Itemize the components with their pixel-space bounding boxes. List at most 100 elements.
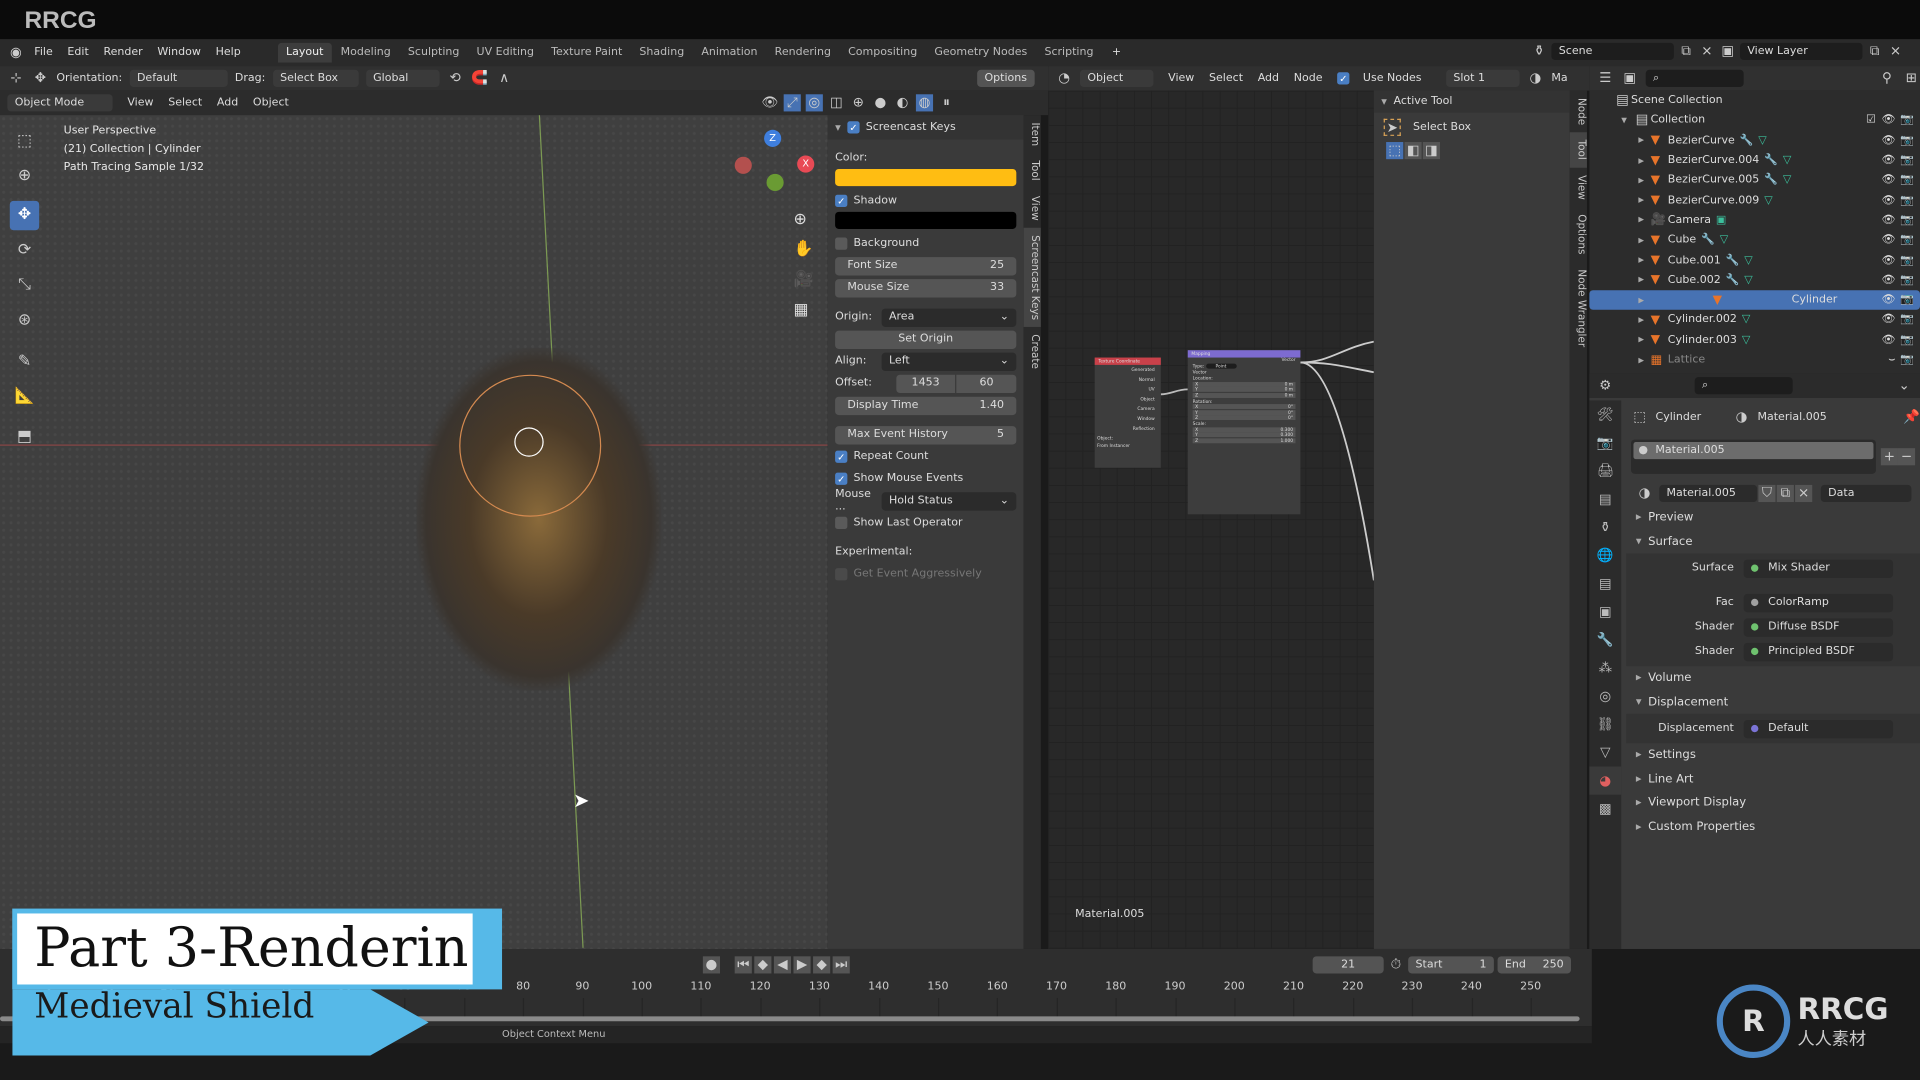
constraints-tab-icon[interactable]: ⛓ [1589, 710, 1621, 738]
world-tab-icon[interactable]: 🌐 [1589, 541, 1621, 569]
mesh-data-icon[interactable]: ▽ [1783, 154, 1791, 166]
rendered-shading-icon[interactable]: ◍ [915, 94, 934, 112]
socket-output[interactable]: UV [1095, 384, 1154, 394]
render-camera-icon[interactable]: 📷 [1900, 214, 1914, 226]
object-name[interactable]: Cylinder.002 [1668, 314, 1737, 326]
tab-scripting[interactable]: Scripting [1036, 43, 1102, 63]
render-tab-icon[interactable]: 📷 [1589, 429, 1621, 457]
mesh-data-icon[interactable]: ▽ [1742, 334, 1750, 346]
expand-icon[interactable]: ▶ [1638, 236, 1650, 245]
settings-panel-header[interactable]: ▶ Settings [1626, 743, 1920, 767]
outliner-item[interactable]: ▶ ▼ Cube.002 🔧 ▽ 👁 📷 [1589, 270, 1920, 290]
transform-orientation-dropdown[interactable]: Global [365, 69, 440, 87]
show-last-operator-checkbox[interactable] [835, 516, 848, 529]
tab-texture-paint[interactable]: Texture Paint [543, 43, 631, 63]
screencast-enable-checkbox[interactable]: ✓ [847, 121, 860, 134]
sidebar-tab-create[interactable]: Create [1024, 328, 1041, 377]
pivot-icon[interactable]: ⟲ [447, 70, 464, 87]
scale-z-field[interactable]: Z 1.000 [1192, 437, 1296, 443]
eye-icon[interactable]: 👁 [1882, 114, 1896, 126]
new-collection-icon[interactable]: ⊞ [1903, 70, 1920, 87]
modifier-wrench-icon[interactable]: 🔧 [1740, 134, 1754, 146]
drag-dropdown[interactable]: Select Box [272, 69, 359, 87]
sidebar-tab-view[interactable]: View [1570, 167, 1587, 206]
sidebar-tab-node[interactable]: Node [1570, 91, 1587, 133]
perspective-grid-icon[interactable]: ▦ [793, 301, 808, 319]
sidebar-tab-view[interactable]: View [1024, 188, 1041, 227]
object-name[interactable]: BezierCurve.004 [1668, 154, 1760, 166]
add-workspace-button[interactable]: + [1104, 44, 1128, 61]
play-reverse-icon[interactable]: ◀ [773, 956, 792, 974]
end-frame-field[interactable]: End 250 [1497, 956, 1572, 974]
surface-panel-header[interactable]: ▼ Surface [1626, 530, 1920, 554]
scale-tool-icon[interactable]: ⤡ [10, 271, 39, 300]
use-nodes-checkbox[interactable]: ✓ [1337, 72, 1350, 85]
options-chevron-icon[interactable]: ⌄ [1896, 377, 1913, 394]
viewport-display-panel-header[interactable]: ▶ Viewport Display [1626, 791, 1920, 815]
object-mode-dropdown[interactable]: Object Mode [7, 94, 113, 112]
unlink-material-icon[interactable]: × [1795, 484, 1813, 503]
render-camera-icon[interactable]: 📷 [1900, 334, 1914, 346]
rotation-z-field[interactable]: Z 0° [1192, 415, 1296, 421]
outliner-item[interactable]: ▶ 🎥 Camera ▣ 👁 📷 [1589, 210, 1920, 230]
render-camera-icon[interactable]: 📷 [1900, 354, 1914, 366]
expand-icon[interactable]: ▶ [1638, 356, 1650, 365]
tab-animation[interactable]: Animation [693, 43, 766, 63]
eye-icon[interactable]: 👁 [1882, 314, 1896, 326]
snap-icon[interactable]: 🧲 [471, 70, 488, 87]
shader-type-dropdown[interactable]: Object [1080, 69, 1154, 87]
expand-icon[interactable]: ▼ [1621, 116, 1633, 125]
mouse-size-slider[interactable]: Mouse Size 33 [835, 278, 1017, 297]
outliner-item[interactable]: ▶ ▼ Cylinder ▽ 👁 📷 [1589, 290, 1920, 311]
object-name[interactable]: BezierCurve [1668, 134, 1735, 146]
pin-icon[interactable]: 📌 [1903, 409, 1920, 426]
camera-view-icon[interactable]: 🎥 [793, 271, 813, 289]
object-tab-icon[interactable]: ▣ [1589, 598, 1621, 626]
properties-search-input[interactable]: ⌕ [1694, 377, 1793, 395]
menu-file[interactable]: File [27, 44, 60, 61]
mesh-data-icon[interactable]: ▽ [1758, 134, 1766, 146]
show-mouse-events-checkbox[interactable]: ✓ [835, 472, 848, 485]
render-camera-icon[interactable]: 📷 [1900, 234, 1914, 246]
socket-output[interactable]: Window [1095, 414, 1154, 424]
3d-viewport[interactable]: User Perspective (21) Collection | Cylin… [0, 115, 828, 949]
line-art-panel-header[interactable]: ▶ Line Art [1626, 767, 1920, 791]
preview-panel-header[interactable]: ▶ Preview [1626, 506, 1920, 530]
mouse-events-dropdown[interactable]: Hold Status ⌄ [881, 491, 1017, 511]
transform-tool-icon[interactable]: ⊛ [10, 306, 39, 335]
sidebar-tab-tool[interactable]: Tool [1569, 132, 1587, 168]
display-time-slider[interactable]: Display Time 1.40 [835, 396, 1017, 415]
outliner-item[interactable]: ▶ ▼ BezierCurve 🔧 ▽ 👁 📷 [1589, 131, 1920, 151]
eye-icon[interactable]: 👁 [1882, 194, 1896, 206]
location-z-field[interactable]: Z 0 m [1192, 392, 1296, 398]
sidebar-tab-tool[interactable]: Tool [1024, 154, 1041, 189]
material-name-field[interactable]: Material.005 [1659, 484, 1758, 503]
gizmo-x-axis[interactable]: X [797, 155, 815, 173]
modifier-wrench-icon[interactable]: 🔧 [1764, 174, 1778, 186]
select-box-tool-icon[interactable]: ⬚ [10, 127, 39, 156]
close-icon[interactable]: × [1698, 43, 1715, 60]
displacement-panel-header[interactable]: ▼ Displacement [1626, 690, 1920, 714]
material-shading-icon[interactable]: ◐ [894, 94, 911, 111]
output-tab-icon[interactable]: 🖨 [1589, 457, 1621, 485]
render-camera-icon[interactable]: 📷 [1900, 114, 1914, 126]
row-value-field[interactable]: Diffuse BSDF [1743, 617, 1894, 637]
tab-compositing[interactable]: Compositing [840, 43, 926, 63]
expand-icon[interactable]: ▶ [1638, 176, 1650, 185]
close-icon[interactable]: × [1887, 43, 1904, 60]
mesh-data-icon[interactable]: ▽ [1744, 274, 1752, 286]
type-dropdown[interactable]: Point [1205, 363, 1237, 369]
modifier-wrench-icon[interactable]: 🔧 [1726, 254, 1740, 266]
expand-icon[interactable]: ▶ [1638, 296, 1650, 305]
viewport-menu-select[interactable]: Select [161, 94, 210, 111]
shadow-color-swatch[interactable] [835, 211, 1017, 229]
expand-icon[interactable]: ▶ [1638, 196, 1650, 205]
eye-icon[interactable]: 👁 [1882, 234, 1896, 246]
expand-icon[interactable]: ▶ [1638, 336, 1650, 345]
object-name[interactable]: Cube [1668, 234, 1696, 246]
volume-panel-header[interactable]: ▶ Volume [1626, 666, 1920, 690]
material-browse-icon[interactable]: ◑ [1527, 70, 1544, 87]
wireframe-shading-icon[interactable]: ⊕ [850, 94, 867, 111]
rotation-y-field[interactable]: Y 0° [1192, 409, 1296, 415]
object-name[interactable]: BezierCurve.009 [1668, 194, 1760, 206]
